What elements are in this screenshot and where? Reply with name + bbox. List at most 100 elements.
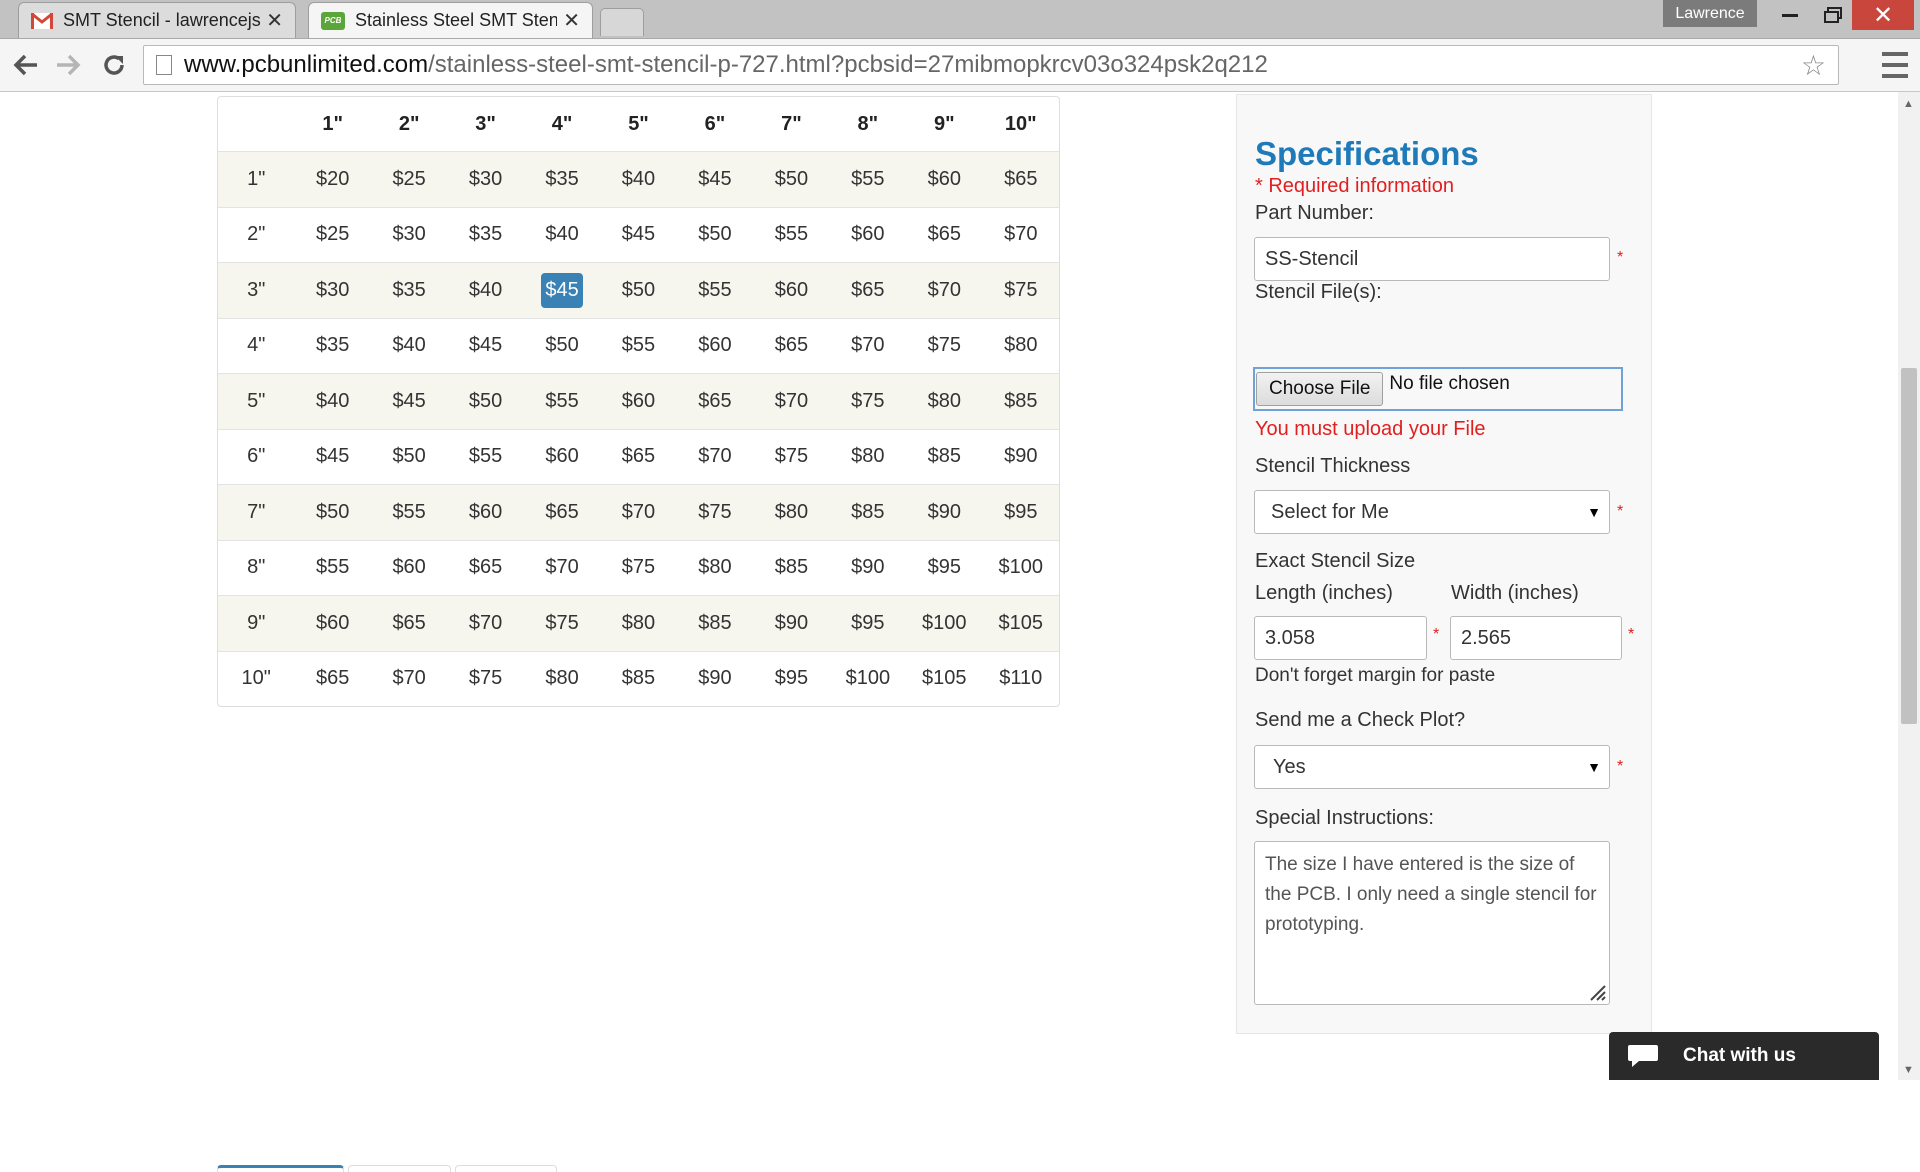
price-cell[interactable]: $85 [753, 539, 830, 596]
price-cell[interactable]: $55 [600, 317, 677, 374]
price-cell[interactable]: $80 [523, 650, 601, 707]
new-tab-button[interactable] [600, 8, 644, 36]
length-input[interactable] [1254, 616, 1427, 660]
check-plot-select[interactable]: Yes ▼ [1254, 745, 1610, 789]
price-cell[interactable]: $75 [982, 262, 1059, 318]
price-cell[interactable]: $90 [676, 650, 754, 707]
price-cell[interactable]: $75 [600, 539, 677, 596]
bottom-tab[interactable] [455, 1165, 557, 1172]
price-cell[interactable]: $40 [447, 262, 524, 318]
price-cell[interactable]: $90 [753, 595, 830, 651]
price-cell[interactable]: $30 [294, 262, 371, 318]
window-close-button[interactable]: ✕ [1852, 0, 1914, 30]
price-cell[interactable]: $65 [523, 484, 601, 540]
price-cell[interactable]: $70 [829, 317, 907, 374]
price-cell[interactable]: $25 [370, 151, 448, 207]
price-cell[interactable]: $85 [906, 428, 983, 485]
price-cell[interactable]: $55 [676, 262, 754, 318]
price-cell[interactable]: $50 [523, 317, 601, 374]
price-cell[interactable]: $60 [906, 151, 983, 207]
chat-widget-button[interactable]: Chat with us [1609, 1032, 1879, 1080]
price-cell[interactable]: $65 [600, 428, 677, 485]
selected-price[interactable]: $45 [541, 272, 583, 308]
profile-button[interactable]: Lawrence [1663, 0, 1757, 27]
price-cell[interactable]: $65 [753, 317, 830, 374]
price-cell[interactable]: $40 [370, 317, 448, 374]
price-cell[interactable]: $95 [982, 484, 1059, 540]
price-cell[interactable]: $45 [370, 373, 448, 429]
price-cell[interactable]: $105 [906, 650, 983, 707]
price-cell[interactable]: $80 [829, 428, 907, 485]
address-bar[interactable]: www.pcbunlimited.com/stainless-steel-smt… [143, 45, 1839, 85]
price-cell[interactable]: $75 [523, 595, 601, 651]
price-cell[interactable]: $80 [676, 539, 754, 596]
minimize-button[interactable] [1767, 0, 1813, 30]
price-cell[interactable]: $80 [906, 373, 983, 429]
price-cell[interactable]: $90 [906, 484, 983, 540]
part-number-input[interactable] [1254, 237, 1610, 281]
special-instructions-textarea[interactable]: The size I have entered is the size of t… [1254, 841, 1610, 1005]
price-cell[interactable]: $30 [370, 206, 448, 263]
price-cell[interactable]: $55 [753, 206, 830, 263]
price-cell[interactable]: $50 [600, 262, 677, 318]
star-icon[interactable]: ☆ [1801, 49, 1826, 82]
tab-pcbunlimited[interactable]: PCB Stainless Steel SMT Stenci ✕ [308, 2, 593, 38]
resize-grip-icon[interactable] [1588, 983, 1606, 1001]
price-cell[interactable]: $105 [982, 595, 1059, 651]
price-cell[interactable]: $60 [523, 428, 601, 485]
price-cell[interactable]: $30 [447, 151, 524, 207]
choose-file-button[interactable]: Choose File [1256, 372, 1384, 406]
price-cell[interactable]: $65 [370, 595, 448, 651]
hamburger-menu-icon[interactable] [1882, 49, 1908, 81]
price-cell[interactable]: $65 [829, 262, 907, 318]
price-cell[interactable]: $70 [676, 428, 754, 485]
price-cell[interactable]: $85 [982, 373, 1059, 429]
price-cell[interactable]: $75 [753, 428, 830, 485]
restore-button[interactable] [1810, 0, 1856, 30]
reload-button[interactable] [96, 47, 132, 83]
close-icon[interactable]: ✕ [563, 8, 580, 33]
price-cell[interactable]: $65 [982, 151, 1059, 207]
price-cell[interactable]: $110 [982, 650, 1059, 707]
back-button[interactable] [8, 47, 44, 83]
price-cell[interactable]: $60 [600, 373, 677, 429]
price-cell[interactable]: $70 [600, 484, 677, 540]
width-input[interactable] [1450, 616, 1622, 660]
price-cell[interactable]: $70 [982, 206, 1059, 263]
price-cell[interactable]: $50 [447, 373, 524, 429]
close-icon[interactable]: ✕ [266, 8, 283, 33]
price-cell[interactable]: $55 [447, 428, 524, 485]
price-cell[interactable]: $100 [982, 539, 1059, 596]
price-cell[interactable]: $35 [370, 262, 448, 318]
price-cell[interactable]: $75 [676, 484, 754, 540]
price-cell[interactable]: $55 [829, 151, 907, 207]
price-cell[interactable]: $55 [294, 539, 371, 596]
price-cell[interactable]: $60 [829, 206, 907, 263]
price-cell[interactable]: $35 [294, 317, 371, 374]
price-cell[interactable]: $60 [294, 595, 371, 651]
price-cell[interactable]: $90 [829, 539, 907, 596]
price-cell[interactable]: $60 [753, 262, 830, 318]
scroll-up-arrow-icon[interactable]: ▲ [1903, 98, 1914, 110]
price-cell[interactable]: $65 [447, 539, 524, 596]
price-cell[interactable]: $50 [753, 151, 830, 207]
price-cell[interactable]: $55 [370, 484, 448, 540]
tab-gmail[interactable]: SMT Stencil - lawrencejsw ✕ [18, 2, 296, 38]
price-cell[interactable]: $45 [447, 317, 524, 374]
scroll-down-arrow-icon[interactable]: ▼ [1903, 1064, 1914, 1076]
price-cell[interactable]: $60 [447, 484, 524, 540]
price-cell[interactable]: $20 [294, 151, 371, 207]
price-cell[interactable]: $70 [753, 373, 830, 429]
page-scrollbar[interactable]: ▲ ▼ [1898, 92, 1920, 1080]
stencil-thickness-select[interactable]: Select for Me ▼ [1254, 490, 1610, 534]
price-cell[interactable]: $70 [906, 262, 983, 318]
price-cell[interactable]: $75 [447, 650, 524, 707]
price-cell[interactable]: $100 [906, 595, 983, 651]
price-cell[interactable]: $45 [523, 262, 601, 318]
price-cell[interactable]: $40 [523, 206, 601, 263]
price-cell[interactable]: $40 [294, 373, 371, 429]
price-cell[interactable]: $80 [753, 484, 830, 540]
price-cell[interactable]: $90 [982, 428, 1059, 485]
price-cell[interactable]: $80 [600, 595, 677, 651]
scroll-thumb[interactable] [1901, 368, 1917, 724]
